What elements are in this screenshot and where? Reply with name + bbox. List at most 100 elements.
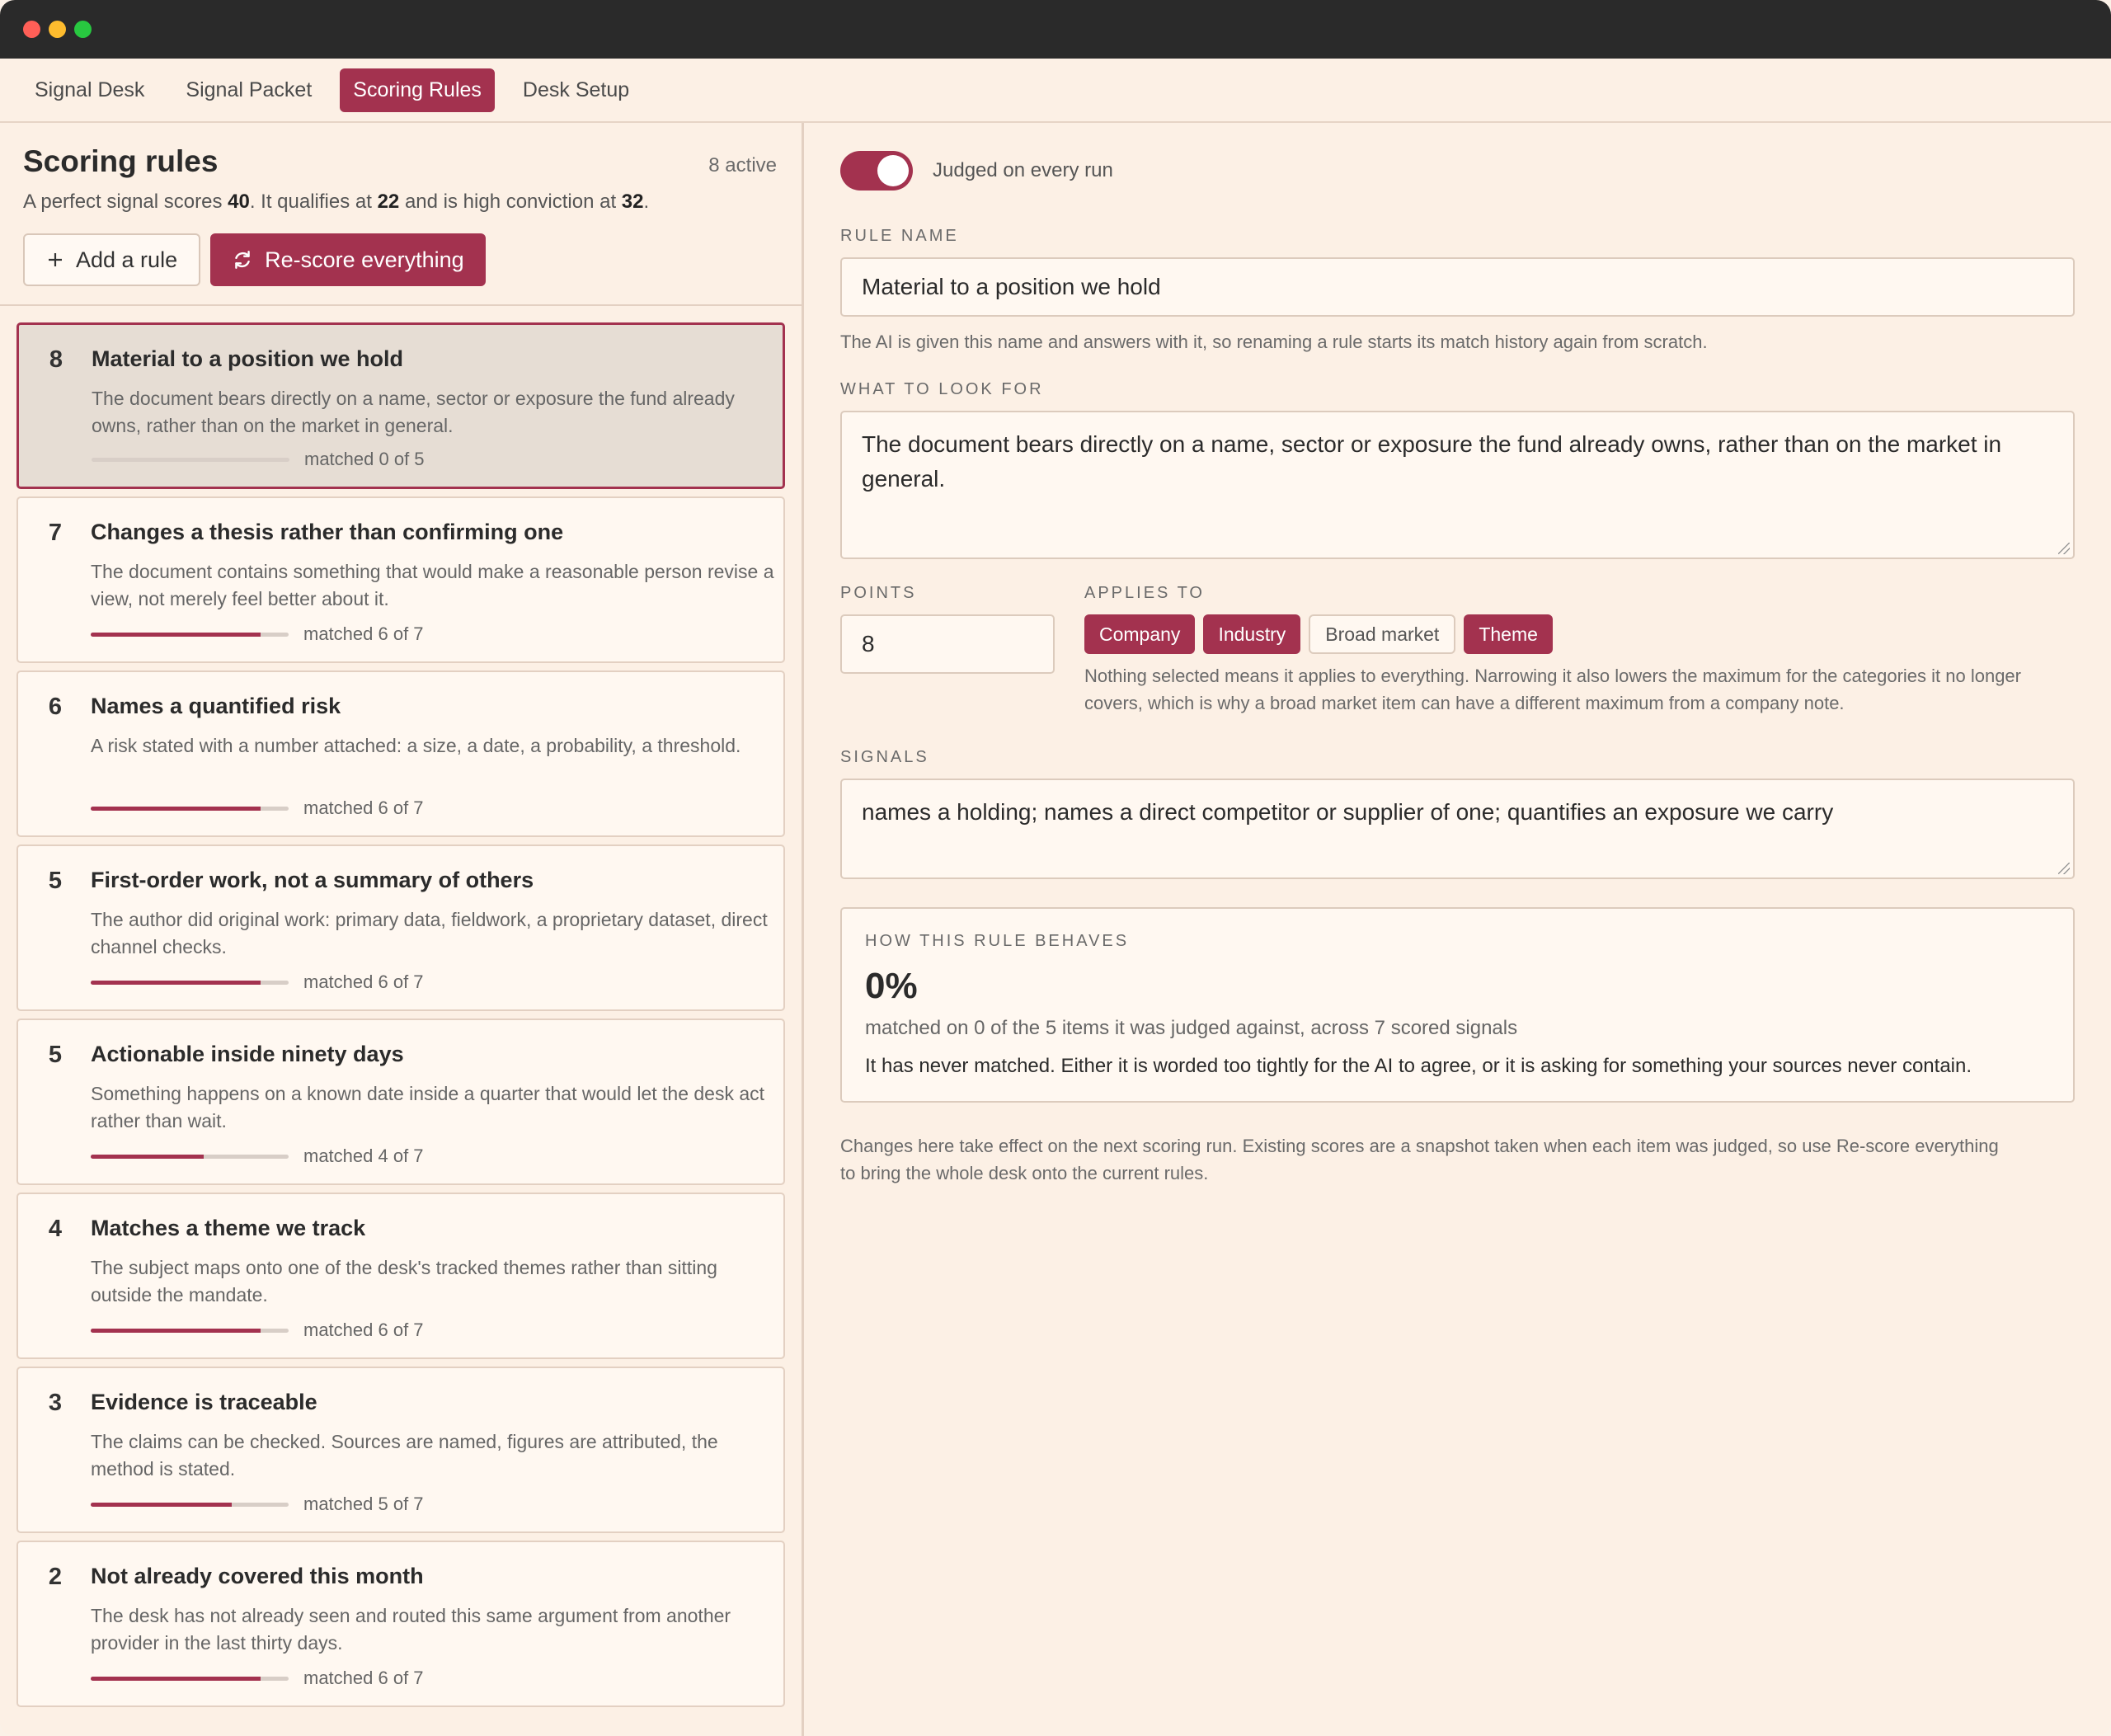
judged-toggle[interactable] bbox=[840, 151, 913, 191]
match-bar-fill bbox=[91, 632, 261, 637]
match-note: It has never matched. Either it is worde… bbox=[865, 1055, 1972, 1077]
rule-points: 3 bbox=[48, 1390, 63, 1416]
rule-card[interactable]: 5 First-order work, not a summary of othe… bbox=[16, 844, 785, 1011]
tab-desk-setup[interactable]: Desk Setup bbox=[510, 68, 642, 112]
match-bar-fill bbox=[91, 1328, 261, 1333]
rule-card[interactable]: 6 Names a quantified risk A risk stated wi… bbox=[16, 670, 785, 837]
rule-description: The author did original work: primary da… bbox=[91, 909, 768, 957]
rule-title: Actionable inside ninety days bbox=[91, 1042, 404, 1066]
rule-points: 5 bbox=[48, 868, 63, 894]
match-bar-fill bbox=[91, 980, 261, 985]
close-window-button[interactable] bbox=[23, 21, 40, 38]
signals-textarea[interactable]: names a holding; names a direct competit… bbox=[840, 779, 2075, 879]
rescore-button[interactable]: Re-score everything bbox=[210, 233, 486, 286]
chip-company[interactable]: Company bbox=[1084, 614, 1196, 654]
rule-card[interactable]: 7 Changes a thesis rather than confirming… bbox=[16, 496, 785, 663]
match-bar bbox=[91, 1676, 289, 1681]
rule-title: Evidence is traceable bbox=[91, 1390, 317, 1414]
rule-description: The document contains something that wou… bbox=[91, 561, 774, 609]
rule-matched: matched 6 of 7 bbox=[303, 1668, 424, 1688]
rule-title: Matches a theme we track bbox=[91, 1216, 366, 1240]
signals-text: names a holding; names a direct competit… bbox=[862, 799, 1834, 825]
rule-card[interactable]: 3 Evidence is traceable The claims can be … bbox=[16, 1367, 785, 1533]
active-count: 8 active bbox=[708, 154, 777, 176]
footer-note: Changes here take effect on the next sco… bbox=[840, 1136, 1999, 1183]
tab-signal-packet[interactable]: Signal Packet bbox=[172, 68, 325, 112]
app-window: Signal Desk Signal Packet Scoring Rules … bbox=[0, 0, 2111, 1736]
match-bar bbox=[92, 457, 289, 462]
rules-panel: Scoring rules 8 active A perfect signal … bbox=[0, 123, 804, 1736]
rule-matched: matched 6 of 7 bbox=[303, 797, 424, 818]
match-bar bbox=[91, 1154, 289, 1159]
rule-matched: matched 5 of 7 bbox=[303, 1494, 424, 1514]
resize-handle[interactable] bbox=[2058, 543, 2070, 554]
rule-description: Something happens on a known date inside… bbox=[91, 1083, 765, 1131]
rule-matched: matched 6 of 7 bbox=[303, 972, 424, 992]
points-label: POINTS bbox=[840, 584, 917, 602]
behave-label: HOW THIS RULE BEHAVES bbox=[865, 932, 1130, 950]
minimize-window-button[interactable] bbox=[49, 21, 66, 38]
rule-title: First-order work, not a summary of other… bbox=[91, 868, 534, 892]
applies-to-hint: Nothing selected means it applies to eve… bbox=[1084, 666, 2021, 713]
rule-points: 8 bbox=[49, 346, 63, 373]
rule-points: 4 bbox=[48, 1216, 63, 1242]
page-title: Scoring rules bbox=[23, 144, 219, 178]
chip-industry[interactable]: Industry bbox=[1203, 614, 1301, 654]
rule-name-input[interactable]: Material to a position we hold bbox=[840, 257, 2075, 317]
tab-signal-desk[interactable]: Signal Desk bbox=[21, 68, 158, 112]
rule-description: The desk has not already seen and routed… bbox=[91, 1605, 731, 1654]
refresh-icon bbox=[235, 251, 250, 269]
rule-points: 6 bbox=[48, 694, 63, 720]
rule-matched: matched 4 of 7 bbox=[303, 1146, 424, 1166]
score-summary: A perfect signal scores 40. It qualifies… bbox=[23, 191, 650, 213]
look-for-label: WHAT TO LOOK FOR bbox=[840, 380, 1044, 398]
main-area: Scoring rules 8 active A perfect signal … bbox=[0, 123, 2111, 1736]
top-nav: Signal Desk Signal Packet Scoring Rules … bbox=[0, 59, 2111, 123]
applies-to-chips: Company Industry Broad market Theme bbox=[1084, 614, 2075, 654]
match-bar bbox=[91, 1502, 289, 1507]
rule-description: The claims can be checked. Sources are n… bbox=[91, 1431, 718, 1480]
toggle-knob bbox=[877, 155, 909, 186]
rule-description: A risk stated with a number attached: a … bbox=[91, 735, 741, 756]
rule-points: 2 bbox=[48, 1564, 63, 1590]
rule-title: Changes a thesis rather than confirming … bbox=[91, 520, 564, 544]
rule-description: The subject maps onto one of the desk's … bbox=[91, 1257, 717, 1306]
applies-to-label: APPLIES TO bbox=[1084, 584, 1205, 602]
qualify-score: 22 bbox=[377, 191, 400, 213]
rule-matched: matched 0 of 5 bbox=[304, 449, 425, 469]
match-bar bbox=[91, 806, 289, 811]
match-detail: matched on 0 of the 5 items it was judge… bbox=[865, 1017, 1518, 1039]
match-bar bbox=[91, 980, 289, 985]
rule-matched: matched 6 of 7 bbox=[303, 1320, 424, 1340]
rules-list: 8 Material to a position we hold The docum… bbox=[0, 306, 802, 1707]
rule-card[interactable]: 5 Actionable inside ninety days Something … bbox=[16, 1019, 785, 1185]
signals-label: SIGNALS bbox=[840, 748, 929, 766]
match-bar-fill bbox=[91, 1502, 233, 1507]
match-percentage: 0% bbox=[865, 966, 918, 1006]
rule-card[interactable]: 8 Material to a position we hold The docum… bbox=[16, 322, 785, 489]
rule-title: Material to a position we hold bbox=[92, 346, 404, 371]
title-bar bbox=[0, 0, 2111, 59]
add-rule-button[interactable]: Add a rule bbox=[23, 233, 201, 286]
resize-handle[interactable] bbox=[2058, 863, 2070, 874]
rule-description: The document bears directly on a name, s… bbox=[92, 388, 735, 436]
tab-scoring-rules[interactable]: Scoring Rules bbox=[340, 68, 495, 112]
high-conviction-score: 32 bbox=[621, 191, 644, 213]
points-input[interactable]: 8 bbox=[840, 614, 1055, 674]
match-bar bbox=[91, 632, 289, 637]
match-bar-fill bbox=[91, 1676, 261, 1681]
rule-name-hint: The AI is given this name and answers wi… bbox=[840, 332, 1708, 352]
rule-card[interactable]: 2 Not already covered this month The desk … bbox=[16, 1541, 785, 1707]
chip-theme[interactable]: Theme bbox=[1464, 614, 1553, 654]
chip-broad-market[interactable]: Broad market bbox=[1309, 614, 1456, 654]
maximize-window-button[interactable] bbox=[74, 21, 92, 38]
look-for-textarea[interactable]: The document bears directly on a name, s… bbox=[840, 411, 2075, 559]
match-bar-fill bbox=[91, 806, 261, 811]
rule-title: Not already covered this month bbox=[91, 1564, 424, 1588]
toggle-label: Judged on every run bbox=[933, 159, 1113, 181]
rule-behaviour-card: HOW THIS RULE BEHAVES 0% matched on 0 of… bbox=[840, 907, 2075, 1103]
rule-card[interactable]: 4 Matches a theme we track The subject map… bbox=[16, 1193, 785, 1359]
rule-matched: matched 6 of 7 bbox=[303, 623, 424, 644]
match-bar-fill bbox=[91, 1154, 205, 1159]
plus-icon bbox=[49, 253, 62, 266]
